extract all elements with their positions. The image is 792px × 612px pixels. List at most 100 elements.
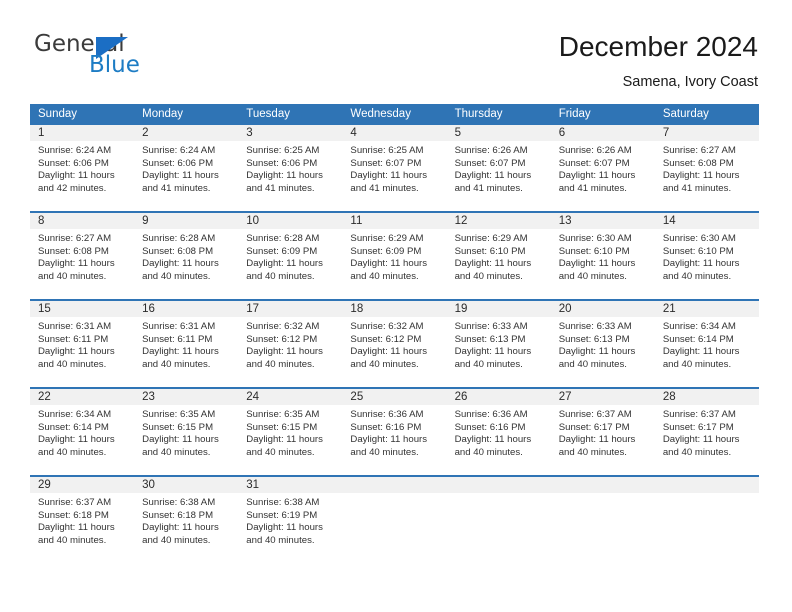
day-cell-26[interactable]: Sunrise: 6:36 AM Sunset: 6:16 PM Daylight:… (447, 405, 551, 467)
day-number-13[interactable]: 13 (551, 213, 655, 229)
day-number-empty (342, 477, 446, 493)
sunrise-text: Sunrise: 6:36 AM (350, 409, 424, 420)
day-cell-2[interactable]: Sunrise: 6:24 AM Sunset: 6:06 PM Daylight:… (134, 141, 238, 203)
sunset-text: Sunset: 6:06 PM (142, 157, 214, 169)
day-cell-31[interactable]: Sunrise: 6:38 AM Sunset: 6:19 PM Daylight:… (238, 493, 342, 555)
day-number-1[interactable]: 1 (30, 125, 134, 141)
day-number-10[interactable]: 10 (238, 213, 342, 229)
day-number-row: 15 16 17 18 19 20 21 (30, 301, 759, 317)
day-number-15[interactable]: 15 (30, 301, 134, 317)
day-cell-24[interactable]: Sunrise: 6:35 AM Sunset: 6:15 PM Daylight:… (238, 405, 342, 467)
day-cell-12[interactable]: Sunrise: 6:29 AM Sunset: 6:10 PM Daylight:… (447, 229, 551, 291)
day-number-24[interactable]: 24 (238, 389, 342, 405)
sunset-text: Sunset: 6:06 PM (38, 157, 109, 169)
day-number-4[interactable]: 4 (342, 125, 446, 141)
day-cell-28[interactable]: Sunrise: 6:37 AM Sunset: 6:17 PM Daylight:… (655, 405, 759, 467)
day-cell-9[interactable]: Sunrise: 6:28 AM Sunset: 6:08 PM Daylight:… (134, 229, 238, 291)
day-number-7[interactable]: 7 (655, 125, 759, 141)
day-cell-13[interactable]: Sunrise: 6:30 AM Sunset: 6:10 PM Daylight:… (551, 229, 655, 291)
daylight-text: Daylight: 11 hours and 41 minutes. (662, 170, 740, 194)
day-cell-empty (447, 493, 551, 555)
day-detail-row: Sunrise: 6:31 AM Sunset: 6:11 PM Daylight:… (30, 317, 759, 379)
day-number-28[interactable]: 28 (655, 389, 759, 405)
day-number-11[interactable]: 11 (342, 213, 446, 229)
sunrise-text: Sunrise: 6:32 AM (246, 321, 320, 332)
day-cell-30[interactable]: Sunrise: 6:38 AM Sunset: 6:18 PM Daylight:… (134, 493, 238, 555)
week-spacer (30, 379, 759, 387)
day-cell-17[interactable]: Sunrise: 6:32 AM Sunset: 6:12 PM Daylight:… (238, 317, 342, 379)
day-number-26[interactable]: 26 (447, 389, 551, 405)
day-cell-14[interactable]: Sunrise: 6:30 AM Sunset: 6:10 PM Daylight:… (655, 229, 759, 291)
sunset-text: Sunset: 6:18 PM (38, 509, 109, 521)
day-number-31[interactable]: 31 (238, 477, 342, 493)
day-cell-4[interactable]: Sunrise: 6:25 AM Sunset: 6:07 PM Daylight:… (342, 141, 446, 203)
sunrise-text: Sunrise: 6:37 AM (662, 409, 736, 420)
day-number-27[interactable]: 27 (551, 389, 655, 405)
sunset-text: Sunset: 6:15 PM (142, 421, 214, 433)
day-cell-22[interactable]: Sunrise: 6:34 AM Sunset: 6:14 PM Daylight:… (30, 405, 134, 467)
sunrise-text: Sunrise: 6:30 AM (662, 233, 736, 244)
logo-text-blue: Blue (89, 52, 140, 78)
calendar-week-row: 1 2 3 4 5 6 7 Sunrise: 6:24 AM Sunset: 6:06 PM Da… (30, 125, 759, 203)
sunset-text: Sunset: 6:08 PM (38, 245, 109, 257)
day-number-19[interactable]: 19 (447, 301, 551, 317)
day-detail-row: Sunrise: 6:27 AM Sunset: 6:08 PM Daylight:… (30, 229, 759, 291)
day-number-29[interactable]: 29 (30, 477, 134, 493)
daylight-text: Daylight: 11 hours and 40 minutes. (246, 434, 323, 458)
day-cell-25[interactable]: Sunrise: 6:36 AM Sunset: 6:16 PM Daylight:… (342, 405, 446, 467)
day-number-9[interactable]: 9 (134, 213, 238, 229)
day-cell-21[interactable]: Sunrise: 6:34 AM Sunset: 6:14 PM Daylight:… (655, 317, 759, 379)
day-cell-15[interactable]: Sunrise: 6:31 AM Sunset: 6:11 PM Daylight:… (30, 317, 134, 379)
day-number-17[interactable]: 17 (238, 301, 342, 317)
day-cell-7[interactable]: Sunrise: 6:27 AM Sunset: 6:08 PM Daylight:… (655, 141, 759, 203)
title-block: December 2024 Samena, Ivory Coast (559, 30, 758, 92)
page-header: General Blue December 2024 Samena, Ivory… (0, 0, 792, 100)
day-number-16[interactable]: 16 (134, 301, 238, 317)
day-number-22[interactable]: 22 (30, 389, 134, 405)
day-number-2[interactable]: 2 (134, 125, 238, 141)
day-number-23[interactable]: 23 (134, 389, 238, 405)
day-number-6[interactable]: 6 (551, 125, 655, 141)
day-cell-3[interactable]: Sunrise: 6:25 AM Sunset: 6:06 PM Daylight:… (238, 141, 342, 203)
day-cell-5[interactable]: Sunrise: 6:26 AM Sunset: 6:07 PM Daylight:… (447, 141, 551, 203)
day-cell-18[interactable]: Sunrise: 6:32 AM Sunset: 6:12 PM Daylight:… (342, 317, 446, 379)
day-number-25[interactable]: 25 (342, 389, 446, 405)
day-cell-23[interactable]: Sunrise: 6:35 AM Sunset: 6:15 PM Daylight:… (134, 405, 238, 467)
day-cell-1[interactable]: Sunrise: 6:24 AM Sunset: 6:06 PM Daylight:… (30, 141, 134, 203)
sunset-text: Sunset: 6:15 PM (246, 421, 318, 433)
sunrise-text: Sunrise: 6:28 AM (246, 233, 320, 244)
day-number-3[interactable]: 3 (238, 125, 342, 141)
day-cell-27[interactable]: Sunrise: 6:37 AM Sunset: 6:17 PM Daylight:… (551, 405, 655, 467)
day-cell-6[interactable]: Sunrise: 6:26 AM Sunset: 6:07 PM Daylight:… (551, 141, 655, 203)
day-number-12[interactable]: 12 (447, 213, 551, 229)
page-title: December 2024 (558, 31, 758, 62)
day-cell-16[interactable]: Sunrise: 6:31 AM Sunset: 6:11 PM Daylight:… (134, 317, 238, 379)
day-number-5[interactable]: 5 (447, 125, 551, 141)
week-spacer (30, 203, 759, 211)
daylight-text: Daylight: 11 hours and 41 minutes. (350, 170, 428, 194)
day-cell-29[interactable]: Sunrise: 6:37 AM Sunset: 6:18 PM Daylight:… (30, 493, 134, 555)
day-cell-8[interactable]: Sunrise: 6:27 AM Sunset: 6:08 PM Daylight:… (30, 229, 134, 291)
day-number-row: 29 30 31 (30, 477, 759, 493)
daylight-text: Daylight: 11 hours and 40 minutes. (246, 258, 323, 282)
day-number-18[interactable]: 18 (342, 301, 446, 317)
day-cell-10[interactable]: Sunrise: 6:28 AM Sunset: 6:09 PM Daylight:… (238, 229, 342, 291)
day-number-21[interactable]: 21 (655, 301, 759, 317)
day-cell-19[interactable]: Sunrise: 6:33 AM Sunset: 6:13 PM Daylight:… (447, 317, 551, 379)
sunrise-text: Sunrise: 6:33 AM (558, 321, 632, 332)
daylight-text: Daylight: 11 hours and 40 minutes. (38, 434, 115, 458)
daylight-text: Daylight: 11 hours and 40 minutes. (454, 346, 532, 370)
day-cell-20[interactable]: Sunrise: 6:33 AM Sunset: 6:13 PM Daylight:… (551, 317, 655, 379)
day-number-8[interactable]: 8 (30, 213, 134, 229)
general-blue-logo[interactable]: General Blue (34, 33, 224, 83)
daylight-text: Daylight: 11 hours and 40 minutes. (350, 258, 428, 282)
sunset-text: Sunset: 6:10 PM (454, 245, 526, 257)
day-number-30[interactable]: 30 (134, 477, 238, 493)
daylight-text: Daylight: 11 hours and 40 minutes. (558, 346, 636, 370)
day-number-14[interactable]: 14 (655, 213, 759, 229)
daylight-text: Daylight: 11 hours and 41 minutes. (142, 170, 219, 194)
day-number-empty (551, 477, 655, 493)
day-cell-11[interactable]: Sunrise: 6:29 AM Sunset: 6:09 PM Daylight:… (342, 229, 446, 291)
weekday-header-friday: Friday (558, 108, 591, 120)
day-number-20[interactable]: 20 (551, 301, 655, 317)
